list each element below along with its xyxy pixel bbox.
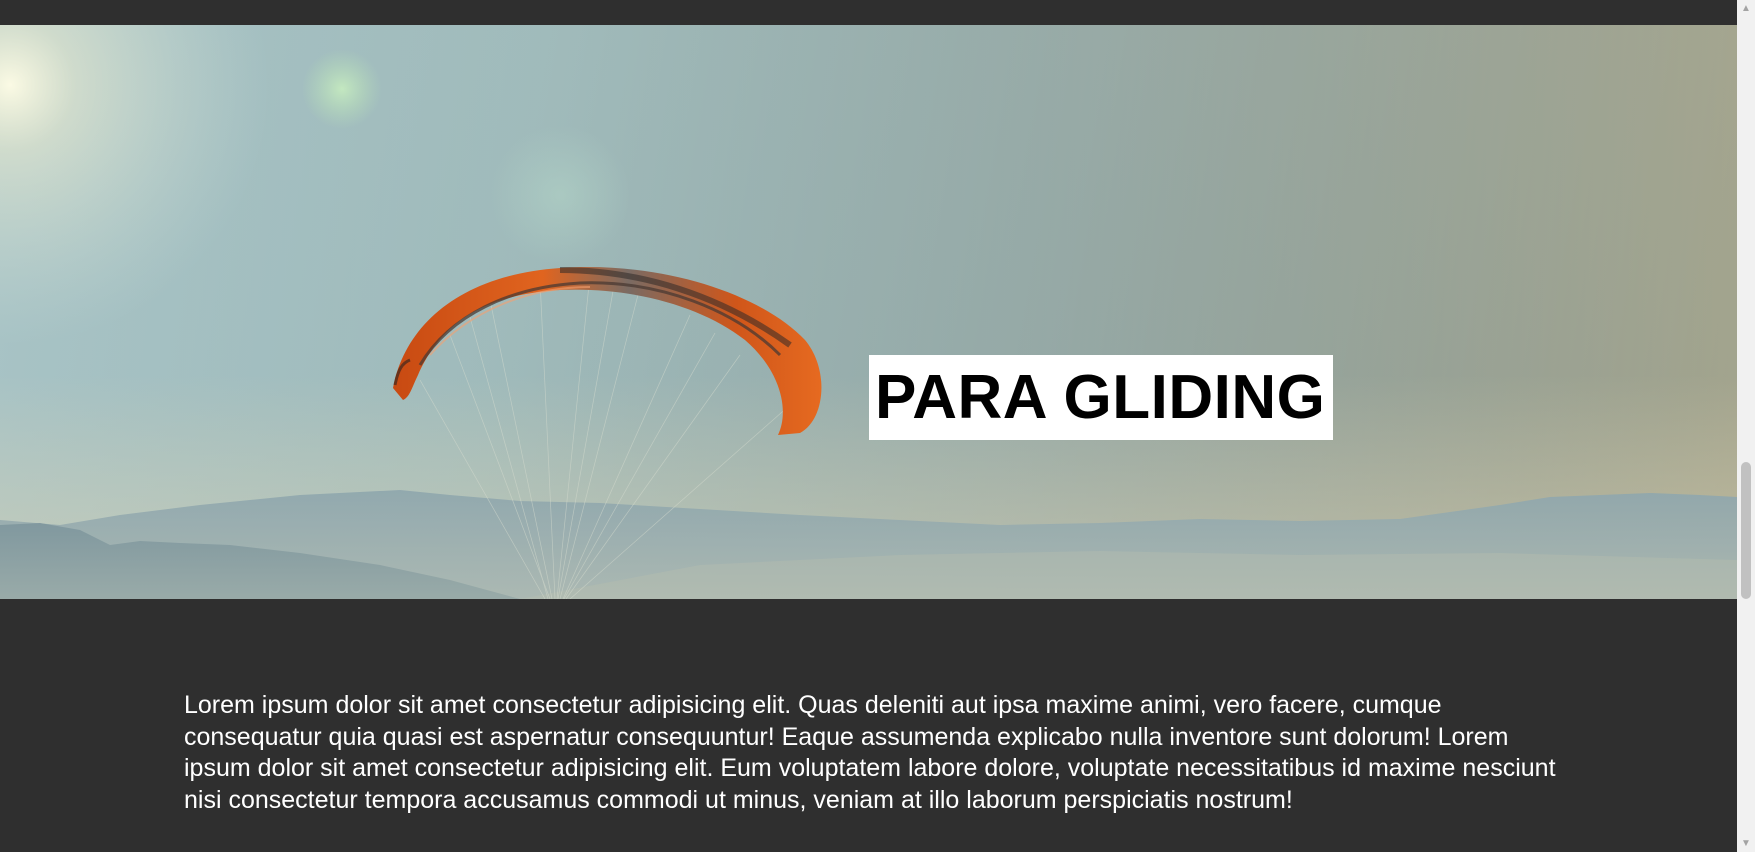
- top-bar: [0, 0, 1737, 25]
- scrollbar-thumb[interactable]: [1741, 462, 1751, 599]
- hero-image: [0, 25, 1737, 599]
- vertical-scrollbar[interactable]: ▲ ▼: [1737, 0, 1755, 852]
- chevron-down-icon[interactable]: ▼: [1737, 835, 1755, 852]
- hero-title: PARA GLIDING: [869, 354, 1334, 440]
- hero-banner: PARA GLIDING: [0, 25, 1737, 599]
- content-section: Lorem ipsum dolor sit amet consectetur a…: [0, 599, 1737, 852]
- body-paragraph: Lorem ipsum dolor sit amet consectetur a…: [184, 691, 1556, 814]
- page: PARA GLIDING Lorem ipsum dolor sit amet …: [0, 0, 1755, 852]
- chevron-up-icon[interactable]: ▲: [1737, 0, 1755, 17]
